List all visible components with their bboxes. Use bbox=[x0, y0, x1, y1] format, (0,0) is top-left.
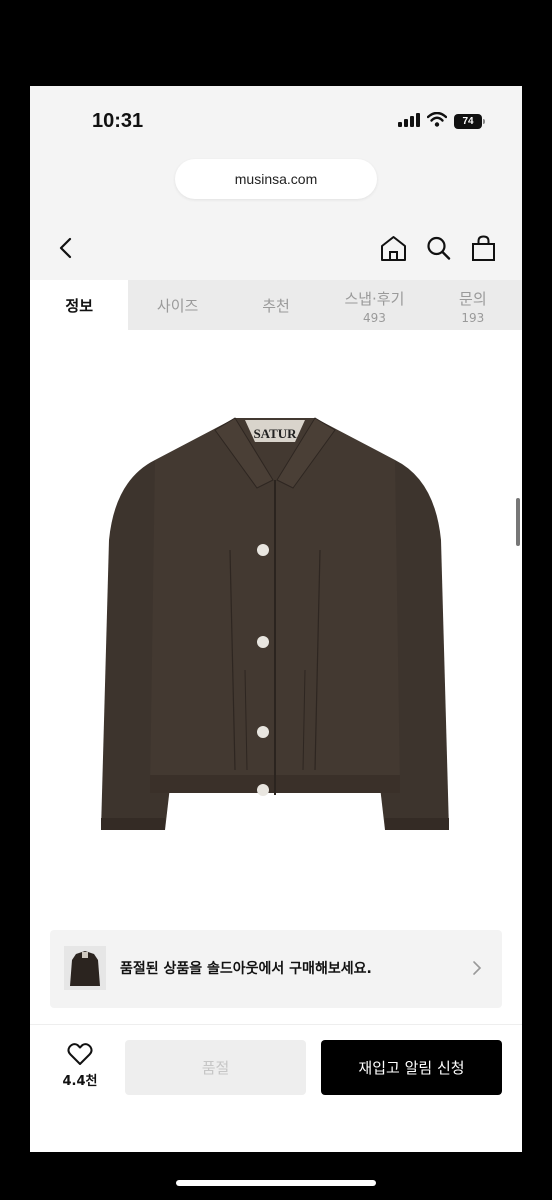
status-icons: 74 bbox=[398, 111, 485, 131]
nav-actions bbox=[379, 234, 498, 262]
top-nav bbox=[30, 216, 522, 280]
heart-icon bbox=[67, 1043, 93, 1065]
status-time: 10:31 bbox=[92, 110, 144, 132]
restock-alert-button[interactable]: 재입고 알림 신청 bbox=[321, 1040, 502, 1095]
tab-inquiry[interactable]: 문의 193 bbox=[424, 280, 522, 330]
wifi-icon bbox=[426, 111, 448, 131]
scrollbar[interactable] bbox=[516, 498, 520, 546]
shopping-bag-icon[interactable] bbox=[469, 234, 498, 262]
jacket-button bbox=[257, 726, 269, 738]
tab-info[interactable]: 정보 bbox=[30, 280, 129, 330]
home-indicator[interactable] bbox=[176, 1180, 376, 1186]
jacket-left-cuff bbox=[101, 818, 165, 830]
url-text: musinsa.com bbox=[234, 171, 318, 187]
jacket-button bbox=[257, 544, 269, 556]
cellular-signal-icon bbox=[398, 112, 420, 131]
tab-size[interactable]: 사이즈 bbox=[128, 280, 226, 330]
browser-address-area: musinsa.com bbox=[30, 156, 522, 216]
tab-label: 문의 bbox=[459, 290, 487, 308]
tab-snap-review[interactable]: 스냅·후기 493 bbox=[325, 280, 423, 330]
product-image[interactable]: SATUR bbox=[95, 370, 455, 840]
jacket-button bbox=[257, 784, 269, 796]
tab-label: 사이즈 bbox=[156, 296, 199, 315]
url-bar[interactable]: musinsa.com bbox=[175, 159, 377, 199]
back-icon[interactable] bbox=[56, 236, 76, 260]
divider bbox=[30, 1024, 522, 1025]
soldout-button: 품절 bbox=[125, 1040, 306, 1095]
banner-thumbnail bbox=[64, 946, 106, 990]
status-bar: 10:31 74 bbox=[30, 86, 522, 156]
jacket-right-cuff bbox=[385, 818, 449, 830]
tab-recommend[interactable]: 추천 bbox=[227, 280, 325, 330]
tab-label: 스냅·후기 bbox=[344, 290, 405, 308]
phone-screen: 10:31 74 musinsa.com 정보 사이즈 추천 스냅·후기 493… bbox=[30, 86, 522, 1152]
chevron-right-icon bbox=[472, 960, 482, 976]
product-image-area: SATUR bbox=[30, 330, 522, 920]
tab-label: 추천 bbox=[262, 296, 290, 315]
like-button[interactable]: 4.4천 bbox=[56, 1042, 104, 1089]
search-icon[interactable] bbox=[424, 234, 453, 262]
tab-count: 493 bbox=[362, 311, 386, 325]
tab-label: 정보 bbox=[65, 296, 93, 315]
soldout-banner[interactable]: 품절된 상품을 솔드아웃에서 구매해보세요. bbox=[50, 930, 502, 1008]
home-icon[interactable] bbox=[379, 234, 408, 262]
banner-text: 품절된 상품을 솔드아웃에서 구매해보세요. bbox=[120, 961, 372, 977]
collar-label-text: SATUR bbox=[253, 426, 297, 441]
purchase-bar: 4.4천 품절 재입고 알림 신청 bbox=[30, 1026, 522, 1152]
battery-icon: 74 bbox=[454, 114, 485, 129]
tab-count: 193 bbox=[461, 311, 485, 325]
jacket-button bbox=[257, 636, 269, 648]
product-tabs: 정보 사이즈 추천 스냅·후기 493 문의 193 bbox=[30, 280, 522, 330]
like-count: 4.4천 bbox=[62, 1074, 98, 1089]
